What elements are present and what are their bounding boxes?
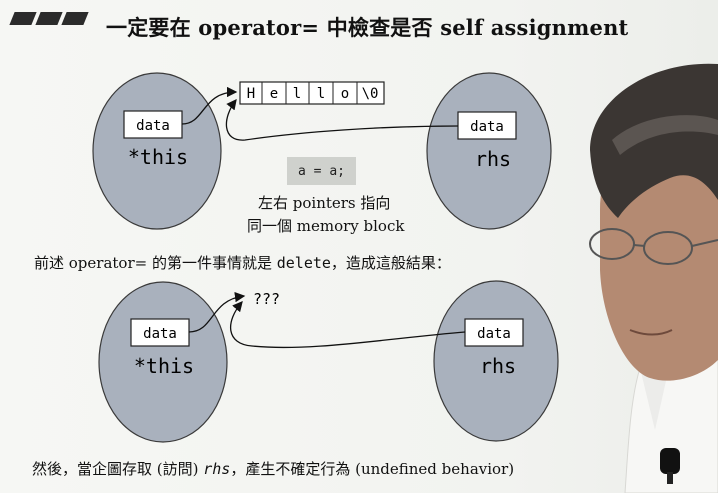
string-cell-0: H [247,86,255,102]
top-this-name: *this [128,145,188,169]
bottom-rhs-data-label: data [477,326,511,342]
middle-note-code: delete [276,254,331,272]
bottom-rhs-dangling-arrow [229,301,466,349]
bottom-this-data-label: data [143,326,177,342]
top-rhs-pointer-arrow [225,98,459,141]
string-cell-3: l [317,86,325,102]
string-cell-2: l [293,86,301,102]
middle-note: 前述 operator= 的第一件事情就是 delete，造成這般結果： [34,252,451,273]
bottom-note-prefix: 然後，當企圖存取 (訪問) [32,460,204,478]
hello-string-block: H e l l o \0 [239,81,385,105]
bottom-this-name: *this [134,354,194,378]
unknown-target-label: ??? [253,290,280,308]
caption-line-1: 左右 pointers 指向 [258,194,391,212]
bottom-note: 然後，當企圖存取 (訪問) rhs，產生不確定行為 (undefined beh… [32,458,514,479]
top-this-data-label: data [136,118,170,134]
string-cell-4: o [341,86,349,102]
presenter-figure [589,63,718,493]
top-rhs-data-label: data [470,119,504,135]
string-cell-1: e [270,86,278,102]
top-rhs-name: rhs [475,147,511,171]
bottom-note-suffix: ，產生不確定行為 (undefined behavior) [230,460,515,478]
bottom-rhs-name: rhs [480,354,516,378]
middle-note-prefix: 前述 operator= 的第一件事情就是 [34,254,277,272]
bottom-note-code: rhs [203,460,231,478]
caption-line-2: 同一個 memory block [247,217,405,235]
self-assignment-statement: a = a; [287,157,356,185]
memory-diagram: data *this data rhs H e l l o \0 data *t… [92,63,718,493]
middle-note-suffix: ，造成這般結果： [330,254,451,272]
string-cell-5: \0 [362,86,379,102]
